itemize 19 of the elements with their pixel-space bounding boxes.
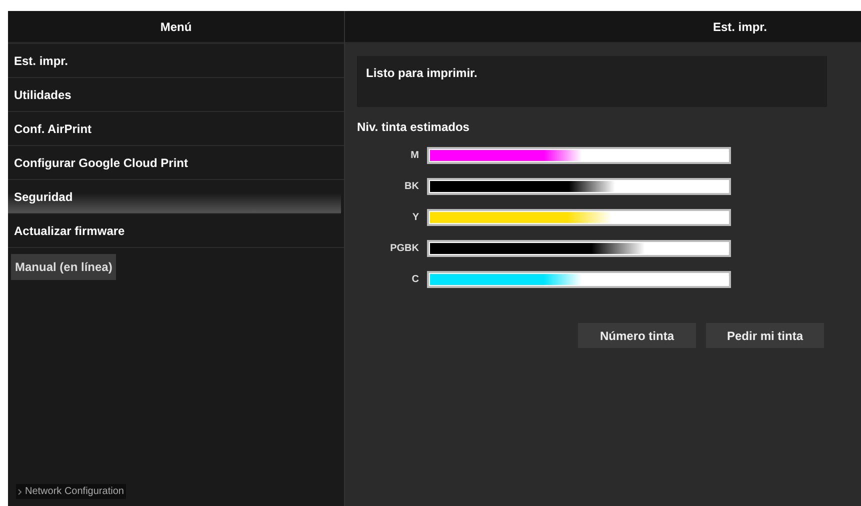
manual-button[interactable]: Manual (en línea) xyxy=(11,254,116,280)
menu-item[interactable]: Actualizar firmware xyxy=(8,214,344,248)
menu-item[interactable]: Est. impr. xyxy=(8,44,344,78)
chevron-icon xyxy=(18,488,22,494)
status-message: Listo para imprimir. xyxy=(357,56,827,107)
ink-heading: Niv. tinta estimados xyxy=(357,120,470,134)
network-configuration-link[interactable]: Network Configuration xyxy=(16,484,126,499)
ink-button[interactable]: Pedir mi tinta xyxy=(706,323,824,348)
link-text: Network Configuration xyxy=(25,486,124,497)
menu-item[interactable]: Conf. AirPrint xyxy=(8,112,344,146)
ink-button[interactable]: Número tinta xyxy=(578,323,696,348)
ink-label: Y xyxy=(411,212,420,223)
ink-label: BK xyxy=(404,181,420,192)
ink-label: C xyxy=(410,274,420,285)
ink-label: M xyxy=(410,150,420,161)
ink-label: PGBK xyxy=(389,243,420,254)
page-title: Est. impr. xyxy=(345,11,861,44)
menu-item[interactable]: Utilidades xyxy=(8,78,344,112)
menu-title: Menú xyxy=(8,11,344,44)
